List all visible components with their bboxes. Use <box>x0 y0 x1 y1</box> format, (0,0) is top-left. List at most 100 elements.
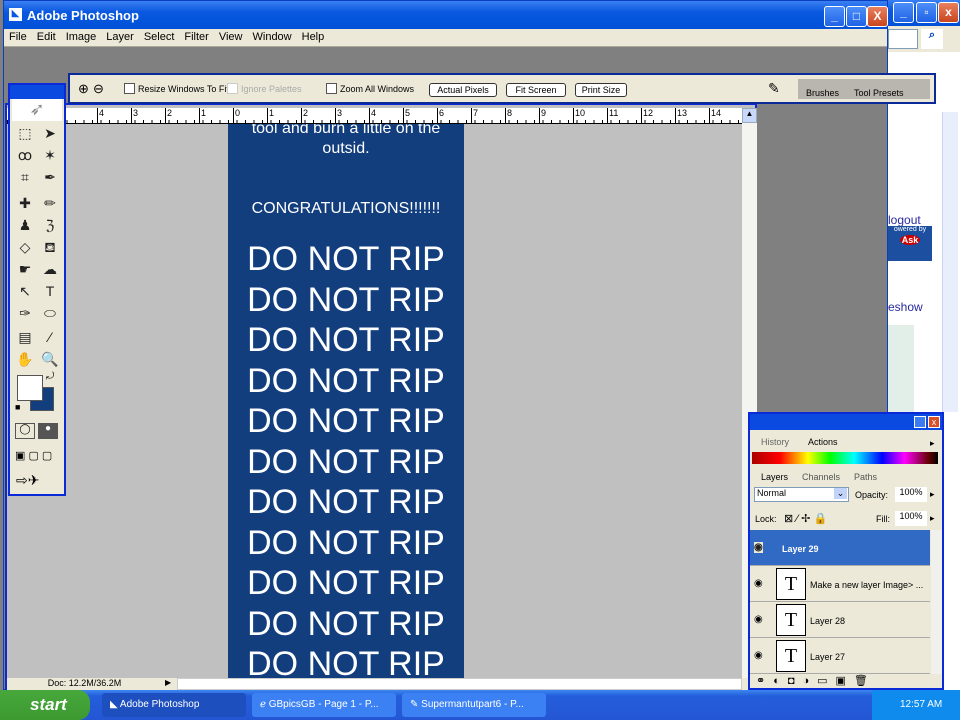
smudge-icon[interactable]: ☁ <box>40 261 60 279</box>
horizontal-scrollbar[interactable] <box>177 678 742 690</box>
minimize-button[interactable]: _ <box>824 6 845 27</box>
type-icon[interactable]: T <box>40 283 60 301</box>
lock-icons[interactable]: ⊠ ⁄ ✢ 🔒 <box>784 512 827 525</box>
dodge-icon[interactable]: ☛ <box>15 261 35 279</box>
search-input[interactable] <box>888 29 918 49</box>
print-size-button[interactable]: Print Size <box>575 83 627 97</box>
feather-logo-icon[interactable]: ➶ <box>12 99 62 121</box>
canvas[interactable]: tool and burn a little on the outsid. CO… <box>228 124 464 679</box>
quick-mask-icon[interactable]: ● <box>38 423 58 439</box>
eraser-icon[interactable]: ◇ <box>15 239 35 257</box>
pen-icon[interactable]: ✑ <box>15 305 35 323</box>
tab-history[interactable]: History <box>761 437 789 447</box>
fill-slider-arrow[interactable]: ▸ <box>930 513 935 524</box>
ignore-palettes-checkbox[interactable]: Ignore Palettes <box>227 83 302 94</box>
clone-stamp-icon[interactable]: ♟ <box>15 217 35 235</box>
color-ramp[interactable] <box>752 452 938 464</box>
task-label: Supermantutpart6 - P... <box>421 699 524 710</box>
rip-text-line: DO NOT RIP <box>247 240 445 278</box>
layer-row[interactable]: ◉ T Layer 28 <box>750 602 930 638</box>
move-icon[interactable]: ➤ <box>40 125 60 143</box>
crop-icon[interactable]: ⌗ <box>15 169 35 187</box>
task-supermantut[interactable]: ✎ Supermantutpart6 - P... <box>402 693 546 717</box>
swap-colors-icon[interactable]: ⤾ <box>46 371 54 382</box>
tab-actions[interactable]: Actions <box>808 437 838 447</box>
menu-help[interactable]: Help <box>297 29 330 45</box>
browser-restore-button[interactable]: ▫ <box>916 2 937 23</box>
fit-screen-button[interactable]: Fit Screen <box>506 83 566 97</box>
close-button[interactable]: X <box>867 6 888 27</box>
browser-minimize-button[interactable]: _ <box>893 2 914 23</box>
task-photoshop[interactable]: ◣ Adobe Photoshop <box>102 693 246 717</box>
default-colors-icon[interactable]: ■ <box>15 402 20 412</box>
palette-restore-button[interactable] <box>914 416 926 428</box>
magic-wand-icon[interactable]: ✶ <box>40 147 60 165</box>
layers-scrollbar[interactable] <box>931 530 942 674</box>
history-brush-icon[interactable]: ℨ <box>40 217 60 235</box>
actual-pixels-button[interactable]: Actual Pixels <box>429 83 497 97</box>
menu-window[interactable]: Window <box>248 29 297 45</box>
ask-banner[interactable]: owered by Ask <box>888 226 932 261</box>
maximize-button[interactable]: □ <box>846 6 867 27</box>
menu-edit[interactable]: Edit <box>32 29 61 45</box>
paint-bucket-icon[interactable]: ⛾ <box>40 239 60 257</box>
zoom-in-icon[interactable]: ⊕ <box>78 81 89 97</box>
palette-well-icon[interactable]: ✎ <box>768 80 780 97</box>
menu-image[interactable]: Image <box>61 29 102 45</box>
slice-icon[interactable]: ✒ <box>40 169 60 187</box>
fill-input[interactable]: 100% <box>895 511 927 526</box>
menu-layer[interactable]: Layer <box>101 29 139 45</box>
eye-icon[interactable]: ◉ <box>754 542 763 553</box>
tab-tool-presets[interactable]: Tool Presets <box>854 88 904 98</box>
menu-file[interactable]: File <box>4 29 32 45</box>
eye-icon[interactable]: ◉ <box>754 614 763 625</box>
browser-scrollbar[interactable] <box>942 112 958 412</box>
menu-select[interactable]: Select <box>139 29 180 45</box>
screen-mode-icons[interactable]: ▣ ▢ ▢ <box>15 449 52 462</box>
resize-windows-checkbox[interactable]: Resize Windows To Fit <box>124 83 229 94</box>
tab-paths[interactable]: Paths <box>854 472 877 482</box>
slideshow-link[interactable]: eshow <box>888 300 923 314</box>
layer-row[interactable]: ◉ Layer 29 <box>750 530 930 566</box>
tab-brushes[interactable]: Brushes <box>806 88 839 98</box>
standard-mode-icon[interactable]: ◯ <box>15 423 35 439</box>
scroll-up-button[interactable]: ▲ <box>742 108 757 123</box>
eyedropper-icon[interactable]: ⁄ <box>40 329 60 347</box>
zoom-icon[interactable]: 🔍 <box>40 351 60 369</box>
zoom-all-checkbox[interactable]: Zoom All Windows <box>326 83 414 94</box>
hand-icon[interactable]: ✋ <box>15 351 35 369</box>
ellipse-icon[interactable]: ⬭ <box>40 305 60 323</box>
layer-row[interactable]: ◉ T Make a new layer Image> ... <box>750 566 930 602</box>
eye-icon[interactable]: ◉ <box>754 578 763 589</box>
notes-icon[interactable]: ▤ <box>15 329 35 347</box>
jump-to-imageready-icon[interactable]: ⇨✈ <box>16 472 39 489</box>
layer-action-icons[interactable]: ⚭◐◘◑▭▣🗑 <box>756 674 876 687</box>
marquee-icon[interactable]: ⬚ <box>15 125 35 143</box>
search-icon[interactable]: ⌕ <box>921 29 943 49</box>
path-selection-icon[interactable]: ↖ <box>15 283 35 301</box>
layer-row[interactable]: ◉ T Layer 27 <box>750 638 930 674</box>
opacity-input[interactable]: 100% <box>895 487 927 502</box>
eye-icon[interactable]: ◉ <box>754 650 763 661</box>
taskbar: start ◣ Adobe Photoshop ℯ GBpicsGB - Pag… <box>0 690 960 720</box>
browser-close-button[interactable]: x <box>938 2 959 23</box>
blend-mode-select[interactable]: Normal ⌄ <box>754 487 849 502</box>
start-button[interactable]: start <box>0 690 90 720</box>
opacity-slider-arrow[interactable]: ▸ <box>930 489 935 500</box>
palette-close-button[interactable]: x <box>928 416 940 428</box>
zoom-out-icon[interactable]: ⊖ <box>93 81 104 97</box>
toolbox-titlebar[interactable] <box>10 85 64 99</box>
status-menu-arrow[interactable]: ▶ <box>165 678 171 687</box>
lasso-icon[interactable]: ꝏ <box>15 147 35 165</box>
healing-brush-icon[interactable]: ✚ <box>15 195 35 213</box>
pencil-icon[interactable]: ✏ <box>40 195 60 213</box>
tab-channels[interactable]: Channels <box>802 472 840 482</box>
palette-menu-icon[interactable]: ▸ <box>930 438 935 449</box>
task-browser[interactable]: ℯ GBpicsGB - Page 1 - P... <box>252 693 396 717</box>
menu-filter[interactable]: Filter <box>179 29 213 45</box>
palette-titlebar[interactable]: x <box>750 414 942 430</box>
logout-link[interactable]: logout <box>888 213 921 227</box>
menu-view[interactable]: View <box>214 29 248 45</box>
layer-name: Make a new layer Image> ... <box>810 580 924 590</box>
tab-layers[interactable]: Layers <box>761 472 788 482</box>
